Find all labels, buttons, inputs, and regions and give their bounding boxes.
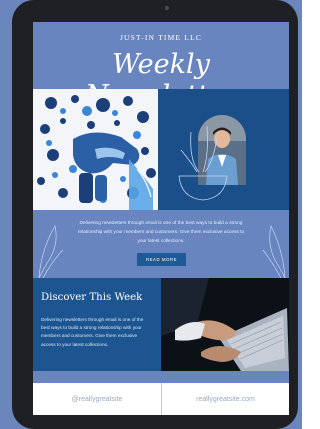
- discover-text: Delivering newsletters through email is …: [41, 317, 144, 347]
- intro-text: Delivering newsletters through email is …: [77, 221, 245, 245]
- footer: @reallygreatsite reallygreatsite.com: [33, 383, 289, 415]
- brand-name: JUST-IN TIME LLC: [119, 33, 203, 42]
- robot-hand-illustration: [33, 89, 158, 210]
- plant-right-illustration: [262, 224, 286, 278]
- newsletter-page: JUST-IN TIME LLC Weekly Newsletter: [33, 22, 289, 415]
- hero-illustration: [33, 89, 158, 210]
- website-link[interactable]: reallygreatsite.com: [162, 383, 289, 415]
- laptop-typing-photo: [161, 278, 289, 371]
- social-handle-link[interactable]: @reallygreatsite: [33, 383, 161, 415]
- laptop-photo: [161, 278, 289, 371]
- camera-icon: [165, 6, 169, 10]
- discover-section: Discover This Week Delivering newsletter…: [33, 278, 161, 371]
- plant-left-illustration: [38, 225, 64, 278]
- discover-title: Discover This Week: [41, 292, 143, 303]
- read-more-button[interactable]: READ MORE: [137, 253, 186, 266]
- plant-pot-illustration: [178, 125, 228, 201]
